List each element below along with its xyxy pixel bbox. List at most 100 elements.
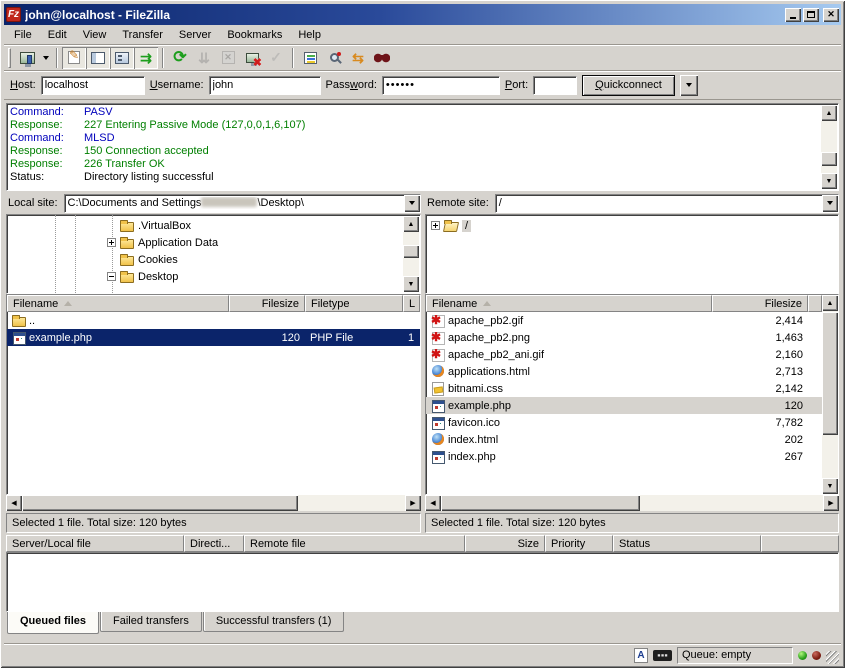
file-row[interactable]: .. [7,312,420,329]
local-site-dropdown-button[interactable] [404,195,420,212]
file-row[interactable]: apache_pb2.gif2,414 [426,312,838,329]
site-manager-dropdown-button[interactable] [39,47,52,69]
local-site-combobox[interactable]: C:\Documents and Settings\Desktop\ [64,194,421,213]
directory-comparison-button[interactable] [322,47,346,69]
local-list-hscrollbar[interactable]: ◀ ▶ [6,495,421,511]
scrollbar-thumb[interactable] [403,245,419,258]
reconnect-button[interactable]: ✓ [264,47,288,69]
minimize-button[interactable] [785,8,801,22]
menu-help[interactable]: Help [290,26,329,44]
column-header-size[interactable]: Size [465,535,545,552]
file-row[interactable]: applications.html2,713 [426,363,838,380]
scroll-up-icon[interactable]: ▲ [821,105,837,121]
file-row[interactable]: favicon.ico7,782 [426,414,838,431]
file-row[interactable]: example.php120 [426,397,838,414]
column-header-server-local-file[interactable]: Server/Local file [6,535,184,552]
local-tree-scrollbar[interactable]: ▲ ▼ [403,216,419,292]
toggle-remote-tree-button[interactable] [110,47,134,69]
column-header-filename[interactable]: Filename [426,295,712,312]
file-row[interactable]: index.html202 [426,431,838,448]
filename-filters-button[interactable] [298,47,322,69]
scroll-up-icon[interactable]: ▲ [822,295,838,311]
synchronized-browsing-button[interactable]: ⇆ [346,47,370,69]
menu-file[interactable]: File [6,26,40,44]
tab-failed-transfers[interactable]: Failed transfers [100,612,202,632]
menu-transfer[interactable]: Transfer [114,26,171,44]
transfer-type-indicator-icon[interactable]: A [634,648,648,663]
scrollbar-thumb[interactable] [22,495,298,511]
scroll-right-icon[interactable]: ▶ [823,495,839,511]
local-directory-tree[interactable]: .VirtualBox Application Data Cookies Des… [6,214,421,294]
menu-server[interactable]: Server [171,26,219,44]
password-input[interactable] [382,76,500,95]
file-row[interactable]: apache_pb2.png1,463 [426,329,838,346]
file-row[interactable]: apache_pb2_ani.gif2,160 [426,346,838,363]
scroll-up-icon[interactable]: ▲ [403,216,419,232]
tree-item[interactable]: Desktop [7,268,403,285]
log-scrollbar[interactable]: ▲ ▼ [821,105,837,189]
scroll-down-icon[interactable]: ▼ [821,173,837,189]
toggle-message-log-button[interactable] [62,47,86,69]
find-files-button[interactable] [370,47,394,69]
menu-bookmarks[interactable]: Bookmarks [219,26,290,44]
tree-item[interactable]: / [426,217,838,234]
toolbar-grip[interactable] [8,48,11,68]
column-header-priority[interactable]: Priority [545,535,613,552]
cancel-operation-button[interactable]: ✕ [216,47,240,69]
file-row[interactable]: example.php 120 PHP File 1 [7,329,420,346]
titlebar[interactable]: Fz john@localhost - FileZilla ✕ [4,4,841,25]
port-input[interactable] [533,76,577,95]
local-file-list[interactable]: Filename Filesize Filetype L .. example.… [6,294,421,495]
collapse-icon[interactable] [107,272,116,281]
process-queue-button[interactable]: ⇊ [192,47,216,69]
scroll-left-icon[interactable]: ◀ [425,495,441,511]
expand-icon[interactable] [107,238,116,247]
column-header-direction[interactable]: Directi... [184,535,244,552]
menu-view[interactable]: View [75,26,115,44]
remote-site-dropdown-button[interactable] [822,195,838,212]
tree-item[interactable]: Application Data [7,234,403,251]
column-header-remote-file[interactable]: Remote file [244,535,465,552]
scrollbar-thumb[interactable] [441,495,640,511]
column-header-status[interactable]: Status [613,535,761,552]
column-header-filesize[interactable]: Filesize [712,295,808,312]
scroll-left-icon[interactable]: ◀ [6,495,22,511]
refresh-button[interactable]: ⟳ [168,47,192,69]
scrollbar-thumb[interactable] [822,312,838,435]
scroll-right-icon[interactable]: ▶ [405,495,421,511]
scroll-down-icon[interactable]: ▼ [403,276,419,292]
disconnect-button[interactable]: ✖ [240,47,264,69]
column-header-filename[interactable]: Filename [7,295,229,312]
file-row[interactable]: index.php267 [426,448,838,465]
column-header-blank[interactable] [808,295,822,312]
quickconnect-button[interactable]: Quickconnect [582,75,675,96]
close-button[interactable]: ✕ [823,8,839,22]
site-manager-button[interactable] [15,47,39,69]
tree-item[interactable]: Cookies [7,251,403,268]
remote-site-combobox[interactable]: / [495,194,839,213]
expand-icon[interactable] [431,221,440,230]
column-header-lastmodified[interactable]: L [403,295,420,312]
remote-list-hscrollbar[interactable]: ◀ ▶ [425,495,839,511]
scrollbar-thumb[interactable] [821,152,837,166]
transfer-queue-list[interactable] [6,552,839,612]
maximize-button[interactable] [803,8,819,22]
tab-queued-files[interactable]: Queued files [7,612,99,634]
file-row[interactable]: bitnami.css2,142 [426,380,838,397]
toggle-transfer-queue-button[interactable]: ⇉ [134,47,158,69]
scroll-down-icon[interactable]: ▼ [822,478,838,494]
column-header-filesize[interactable]: Filesize [229,295,305,312]
username-input[interactable] [209,76,321,95]
menu-edit[interactable]: Edit [40,26,75,44]
column-header-filetype[interactable]: Filetype [305,295,403,312]
resize-grip[interactable] [826,651,839,664]
tree-item[interactable]: .VirtualBox [7,217,403,234]
host-input[interactable] [41,76,145,95]
speed-limits-icon[interactable]: ▪▪▪ [653,650,672,661]
quickconnect-dropdown-button[interactable] [680,75,698,96]
remote-list-scrollbar[interactable]: ▲ ▼ [822,295,838,494]
remote-directory-tree[interactable]: / [425,214,839,294]
message-log[interactable]: Command:PASV Response:227 Entering Passi… [6,103,839,191]
toggle-local-tree-button[interactable] [86,47,110,69]
tab-successful-transfers[interactable]: Successful transfers (1) [203,612,345,632]
